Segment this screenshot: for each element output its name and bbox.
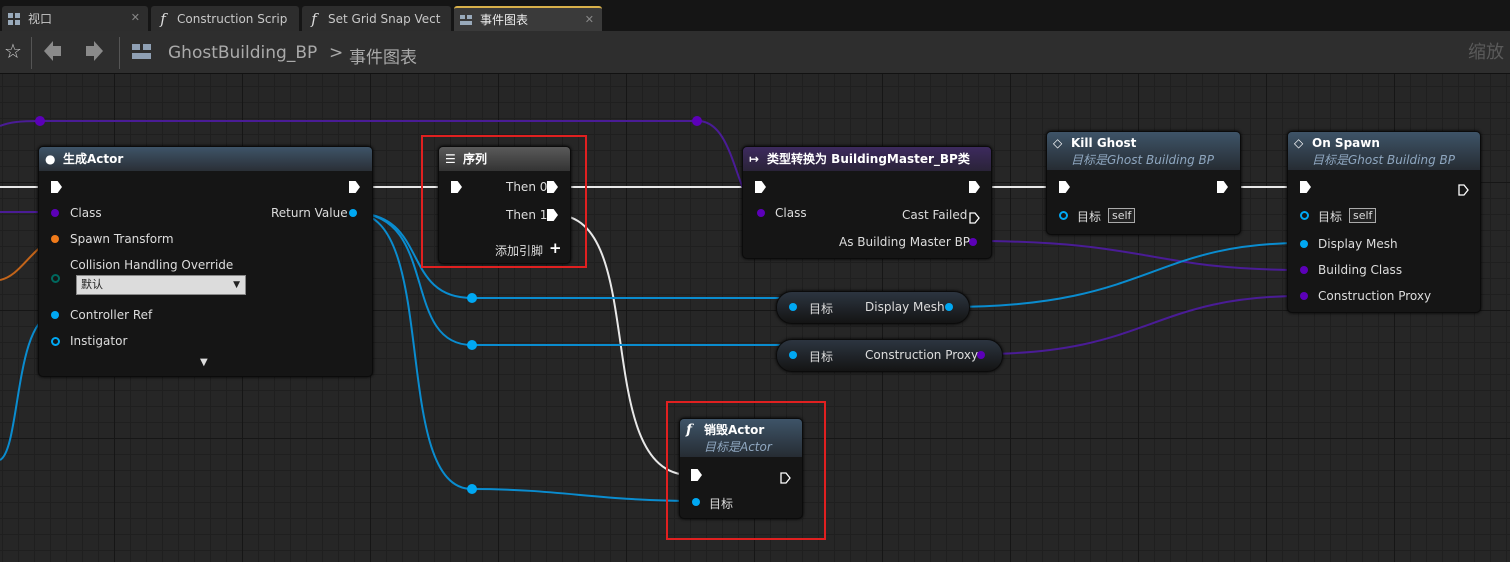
node-title: 生成Actor [63,152,124,166]
cast-failed-pin[interactable] [969,209,980,224]
node-cast[interactable]: ↦ 类型转换为 BuildingMaster_BP类 Class Cast Fa… [742,146,992,259]
dropdown-value: 默认 [81,278,103,291]
pin-label: Return Value [271,206,348,220]
pin-label: 目标 [1077,210,1102,224]
node-header: ● 生成Actor [39,147,372,171]
node-get-display-mesh[interactable]: 目标 Display Mesh [776,291,970,324]
pin-label: Class [775,206,807,220]
node-kill-ghost[interactable]: ◇ Kill Ghost 目标是Ghost Building BP 目标 sel… [1046,131,1241,235]
event-diamond-icon: ◇ [1294,136,1304,150]
node-header: ◇ On Spawn 目标是Ghost Building BP [1288,132,1480,170]
controller-ref-pin[interactable] [51,311,59,319]
pin-label: 目标 [809,302,834,316]
node-title: 类型转换为 BuildingMaster_BP类 [767,152,970,166]
building-class-pin[interactable] [1300,266,1308,274]
reroute-knot [467,293,477,303]
expand-arrow-icon[interactable]: ▼ [200,357,208,368]
highlight-box [666,401,826,540]
pin-label: Display Mesh [865,300,945,314]
reroute-knot [692,116,702,126]
collision-pin[interactable] [51,274,60,283]
cast-icon: ↦ [749,152,760,166]
return-value-pin[interactable] [349,209,357,217]
pin-label: Cast Failed [902,208,968,222]
highlight-box [421,135,587,268]
spawn-icon: ● [45,152,56,166]
class-pin[interactable] [51,209,59,217]
instigator-pin[interactable] [51,337,60,346]
target-pin[interactable] [1300,211,1309,220]
exec-in-pin[interactable] [1059,181,1070,193]
self-value[interactable]: self [1108,208,1136,223]
construction-proxy-pin[interactable] [1300,292,1308,300]
as-building-master-pin[interactable] [969,238,977,246]
display-mesh-out-pin[interactable] [945,303,953,311]
pin-label: Collision Handling Override [70,258,234,272]
pin-label: Instigator [70,334,128,348]
node-title: Kill Ghost [1071,136,1137,150]
collision-dropdown[interactable]: 默认 ▼ [76,275,246,295]
exec-out-pin[interactable] [1217,181,1228,193]
node-header: ↦ 类型转换为 BuildingMaster_BP类 [743,147,991,171]
event-diamond-icon: ◇ [1053,136,1063,150]
target-pin[interactable] [789,303,797,311]
reroute-knot [467,484,477,494]
pin-label: Display Mesh [1318,237,1398,251]
construction-proxy-out-pin[interactable] [977,351,985,359]
node-title: On Spawn [1312,136,1380,150]
pin-label: As Building Master BP [839,235,971,249]
node-get-construction-proxy[interactable]: 目标 Construction Proxy [776,339,1003,372]
exec-in-pin[interactable] [755,181,766,193]
node-subtitle: 目标是Ghost Building BP [1071,153,1214,167]
pin-label: Building Class [1318,263,1403,277]
node-spawn-actor[interactable]: ● 生成Actor Class Spawn Transform Collisio… [38,146,373,377]
exec-out-pin[interactable] [1458,181,1469,196]
display-mesh-pin[interactable] [1300,240,1308,248]
pin-label: Class [70,206,102,220]
pin-label: Controller Ref [70,308,153,322]
reroute-knot [467,340,477,350]
pin-label: Spawn Transform [70,232,174,246]
chevron-down-icon: ▼ [233,280,240,290]
self-value[interactable]: self [1349,208,1377,223]
node-subtitle: 目标是Ghost Building BP [1312,153,1455,167]
node-header: ◇ Kill Ghost 目标是Ghost Building BP [1047,132,1240,170]
target-pin[interactable] [1059,211,1068,220]
pin-label: Construction Proxy [865,348,979,362]
exec-out-pin[interactable] [349,181,360,193]
class-pin[interactable] [757,209,765,217]
node-on-spawn[interactable]: ◇ On Spawn 目标是Ghost Building BP 目标 self … [1287,131,1481,313]
reroute-knot [35,116,45,126]
exec-in-pin[interactable] [51,181,62,193]
class-wire [979,295,1303,355]
exec-in-pin[interactable] [1300,181,1311,193]
spawn-transform-pin[interactable] [51,235,59,243]
target-pin[interactable] [789,351,797,359]
exec-out-pin[interactable] [969,181,980,193]
pin-label: 目标 [1318,210,1343,224]
pin-label: Construction Proxy [1318,289,1432,303]
pin-label: 目标 [809,350,834,364]
